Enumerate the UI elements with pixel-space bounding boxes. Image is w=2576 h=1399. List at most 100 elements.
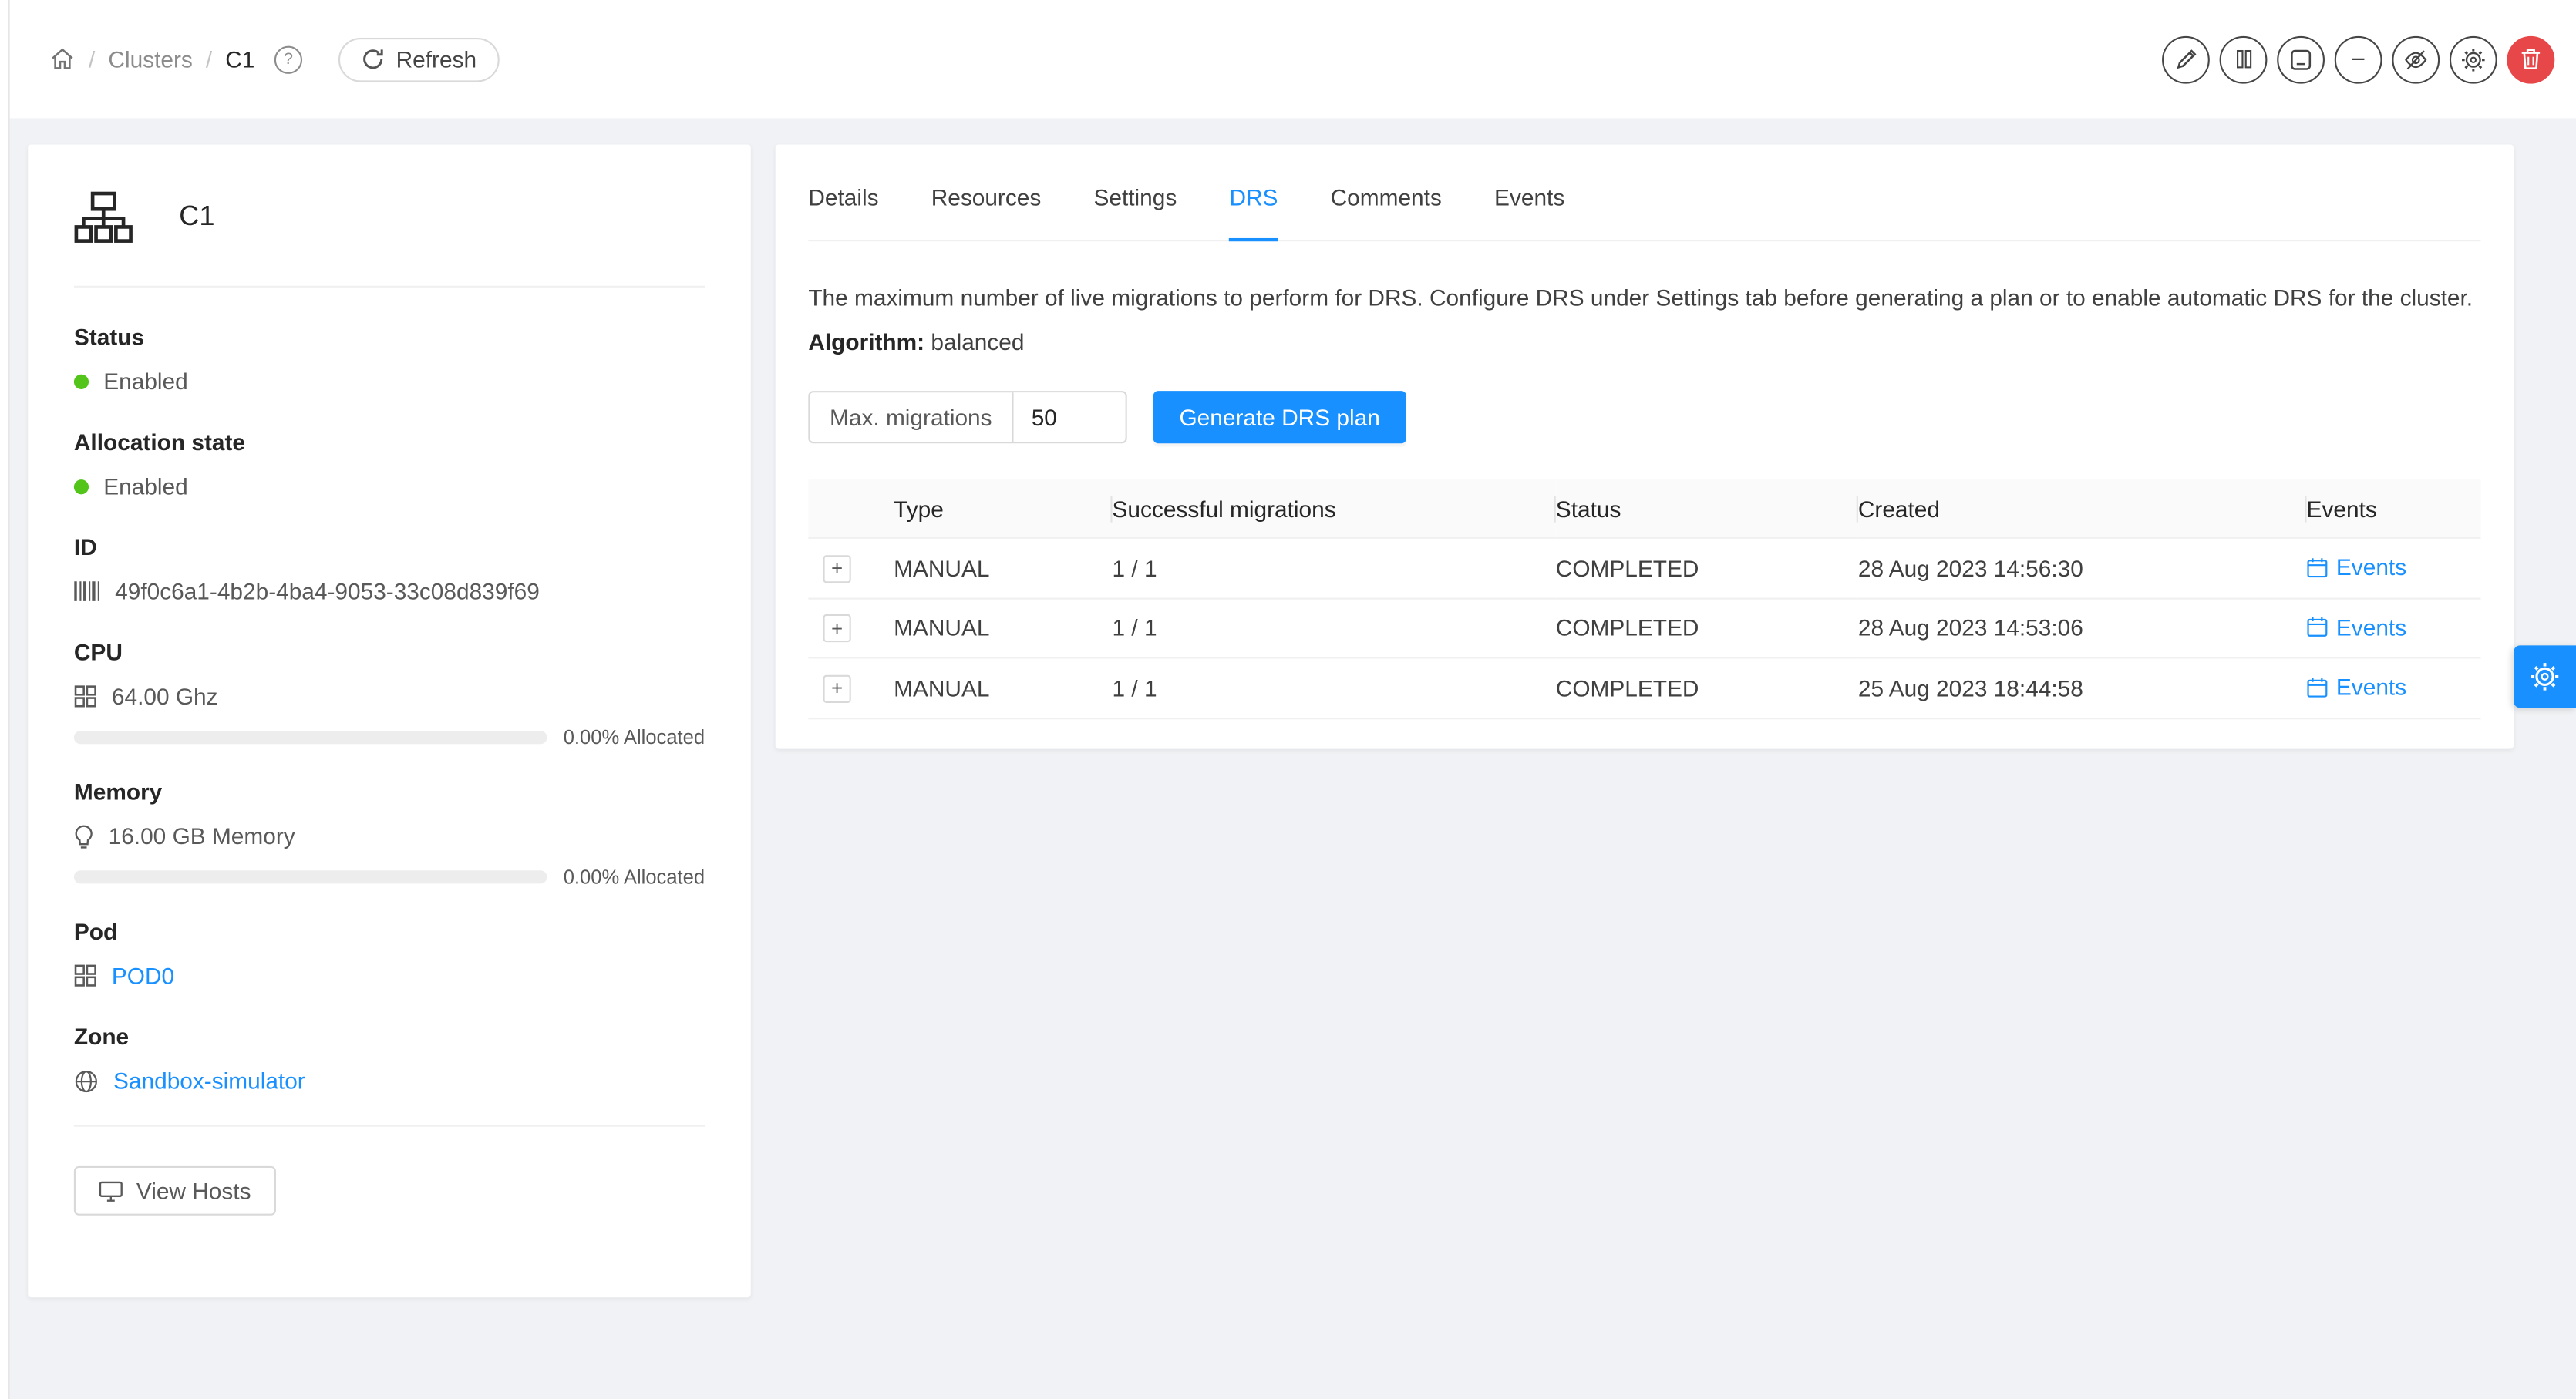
unmanage-cluster-button[interactable] — [2277, 35, 2325, 83]
breadcrumb-clusters-link[interactable]: Clusters — [108, 46, 192, 72]
pod-link[interactable]: POD0 — [112, 959, 174, 992]
page-title: C1 — [179, 200, 214, 234]
calendar-icon — [2307, 616, 2329, 637]
cell-created: 28 Aug 2023 14:53:06 — [1858, 598, 2307, 658]
view-hosts-button[interactable]: View Hosts — [74, 1166, 276, 1216]
view-hosts-label: View Hosts — [136, 1178, 251, 1204]
drs-plan-table: Type Successful migrations Status Create… — [808, 479, 2480, 718]
cpu-progress: 0.00% Allocated — [74, 726, 705, 748]
drs-description: The maximum number of live migrations to… — [808, 281, 2480, 314]
field-zone: Zone Sandbox-simulator — [74, 1020, 705, 1097]
disable-cluster-button[interactable] — [2220, 35, 2268, 83]
memory-label: Memory — [74, 775, 705, 809]
allocation-state-dot — [74, 479, 89, 493]
divider — [74, 1125, 705, 1127]
breadcrumb-current: C1 — [225, 46, 254, 72]
resource-info-card: C1 Status Enabled Allocation state Enabl… — [28, 145, 751, 1298]
cell-created: 25 Aug 2023 18:44:58 — [1858, 657, 2307, 718]
tab-bar: Details Resources Settings DRS Comments … — [808, 158, 2480, 242]
refresh-label: Refresh — [396, 46, 476, 72]
cluster-icon — [74, 190, 133, 244]
table-row: + MANUAL 1 / 1 COMPLETED 28 Aug 2023 14:… — [808, 598, 2480, 658]
status-label: Status — [74, 320, 705, 353]
memory-value: 16.00 GB Memory — [109, 819, 295, 853]
algorithm-value: balanced — [931, 328, 1024, 355]
id-value: 49f0c6a1-4b2b-4ba4-9053-33c08d839f69 — [115, 575, 540, 608]
status-dot — [74, 374, 89, 388]
status-value: Enabled — [103, 365, 188, 398]
algorithm-line: Algorithm: balanced — [808, 325, 2480, 358]
cell-type: MANUAL — [894, 538, 1112, 598]
cell-created: 28 Aug 2023 14:56:30 — [1858, 538, 2307, 598]
cell-migrations: 1 / 1 — [1113, 538, 1556, 598]
tab-details[interactable]: Details — [808, 158, 878, 240]
expand-row-button[interactable]: + — [823, 554, 851, 582]
help-icon[interactable]: ? — [274, 45, 302, 73]
max-migrations-input[interactable] — [1013, 392, 1125, 442]
max-migrations-label: Max. migrations — [810, 392, 1013, 442]
delete-button[interactable] — [2507, 35, 2555, 83]
events-link[interactable]: Events — [2307, 614, 2407, 640]
pod-label: Pod — [74, 915, 705, 948]
expand-row-button[interactable]: + — [823, 674, 851, 702]
cpu-allocated-text: 0.00% Allocated — [564, 725, 705, 748]
remove-cluster-button[interactable]: − — [2335, 35, 2382, 83]
detail-panel: Details Resources Settings DRS Comments … — [776, 145, 2514, 748]
generate-drs-plan-button[interactable]: Generate DRS plan — [1153, 391, 1406, 443]
tab-settings[interactable]: Settings — [1093, 158, 1177, 240]
resource-title-row: C1 — [74, 184, 705, 250]
breadcrumb-separator: / — [206, 46, 212, 72]
cpu-grid-icon — [74, 685, 97, 708]
configure-button[interactable] — [2450, 35, 2497, 83]
id-label: ID — [74, 530, 705, 563]
tab-events[interactable]: Events — [1494, 158, 1564, 240]
allocation-state-label: Allocation state — [74, 425, 705, 459]
table-header-row: Type Successful migrations Status Create… — [808, 479, 2480, 538]
events-link[interactable]: Events — [2307, 553, 2407, 580]
cell-type: MANUAL — [894, 657, 1112, 718]
memory-allocated-text: 0.00% Allocated — [564, 865, 705, 888]
column-header-created: Created — [1858, 479, 2307, 538]
calendar-icon — [2307, 676, 2329, 698]
refresh-icon — [362, 48, 385, 71]
breadcrumb-separator: / — [89, 46, 95, 72]
barcode-icon — [74, 580, 100, 603]
cell-type: MANUAL — [894, 598, 1112, 658]
divider — [74, 286, 705, 288]
header: / Clusters / C1 ? Refresh − — [10, 0, 2576, 118]
bulb-icon — [74, 824, 94, 849]
page: / Clusters / C1 ? Refresh − — [0, 0, 2576, 1399]
gear-icon — [2530, 662, 2559, 691]
cell-migrations: 1 / 1 — [1113, 657, 1556, 718]
zone-label: Zone — [74, 1020, 705, 1053]
table-row: + MANUAL 1 / 1 COMPLETED 28 Aug 2023 14:… — [808, 538, 2480, 598]
refresh-button[interactable]: Refresh — [338, 37, 500, 82]
zone-link[interactable]: Sandbox-simulator — [113, 1064, 305, 1098]
allocation-state-value: Enabled — [103, 469, 188, 503]
column-header-status: Status — [1556, 479, 1858, 538]
pause-circle-icon — [2234, 49, 2254, 69]
cell-status: COMPLETED — [1556, 598, 1858, 658]
column-header-events: Events — [2307, 479, 2481, 538]
eye-invisible-icon — [2403, 47, 2428, 72]
pod-grid-icon — [74, 964, 97, 987]
minus-circle-icon: − — [2351, 47, 2366, 72]
home-icon[interactable] — [49, 46, 76, 72]
field-memory: Memory 16.00 GB Memory 0.00% Allocated — [74, 775, 705, 887]
expand-row-button[interactable]: + — [823, 614, 851, 642]
edit-button[interactable] — [2162, 35, 2210, 83]
pencil-icon — [2174, 48, 2197, 71]
field-pod: Pod POD0 — [74, 915, 705, 992]
tab-drs[interactable]: DRS — [1229, 158, 1278, 242]
events-link[interactable]: Events — [2307, 674, 2407, 700]
cell-migrations: 1 / 1 — [1113, 598, 1556, 658]
cell-status: COMPLETED — [1556, 657, 1858, 718]
max-migrations-group: Max. migrations — [808, 391, 1126, 443]
tab-comments[interactable]: Comments — [1331, 158, 1442, 240]
collapsed-sidebar-edge — [0, 0, 10, 1399]
field-cpu: CPU 64.00 Ghz 0.00% Allocated — [74, 636, 705, 748]
hide-cluster-button[interactable] — [2392, 35, 2440, 83]
theme-settings-drawer-button[interactable] — [2514, 645, 2576, 708]
trash-icon — [2520, 48, 2542, 71]
tab-resources[interactable]: Resources — [931, 158, 1042, 240]
